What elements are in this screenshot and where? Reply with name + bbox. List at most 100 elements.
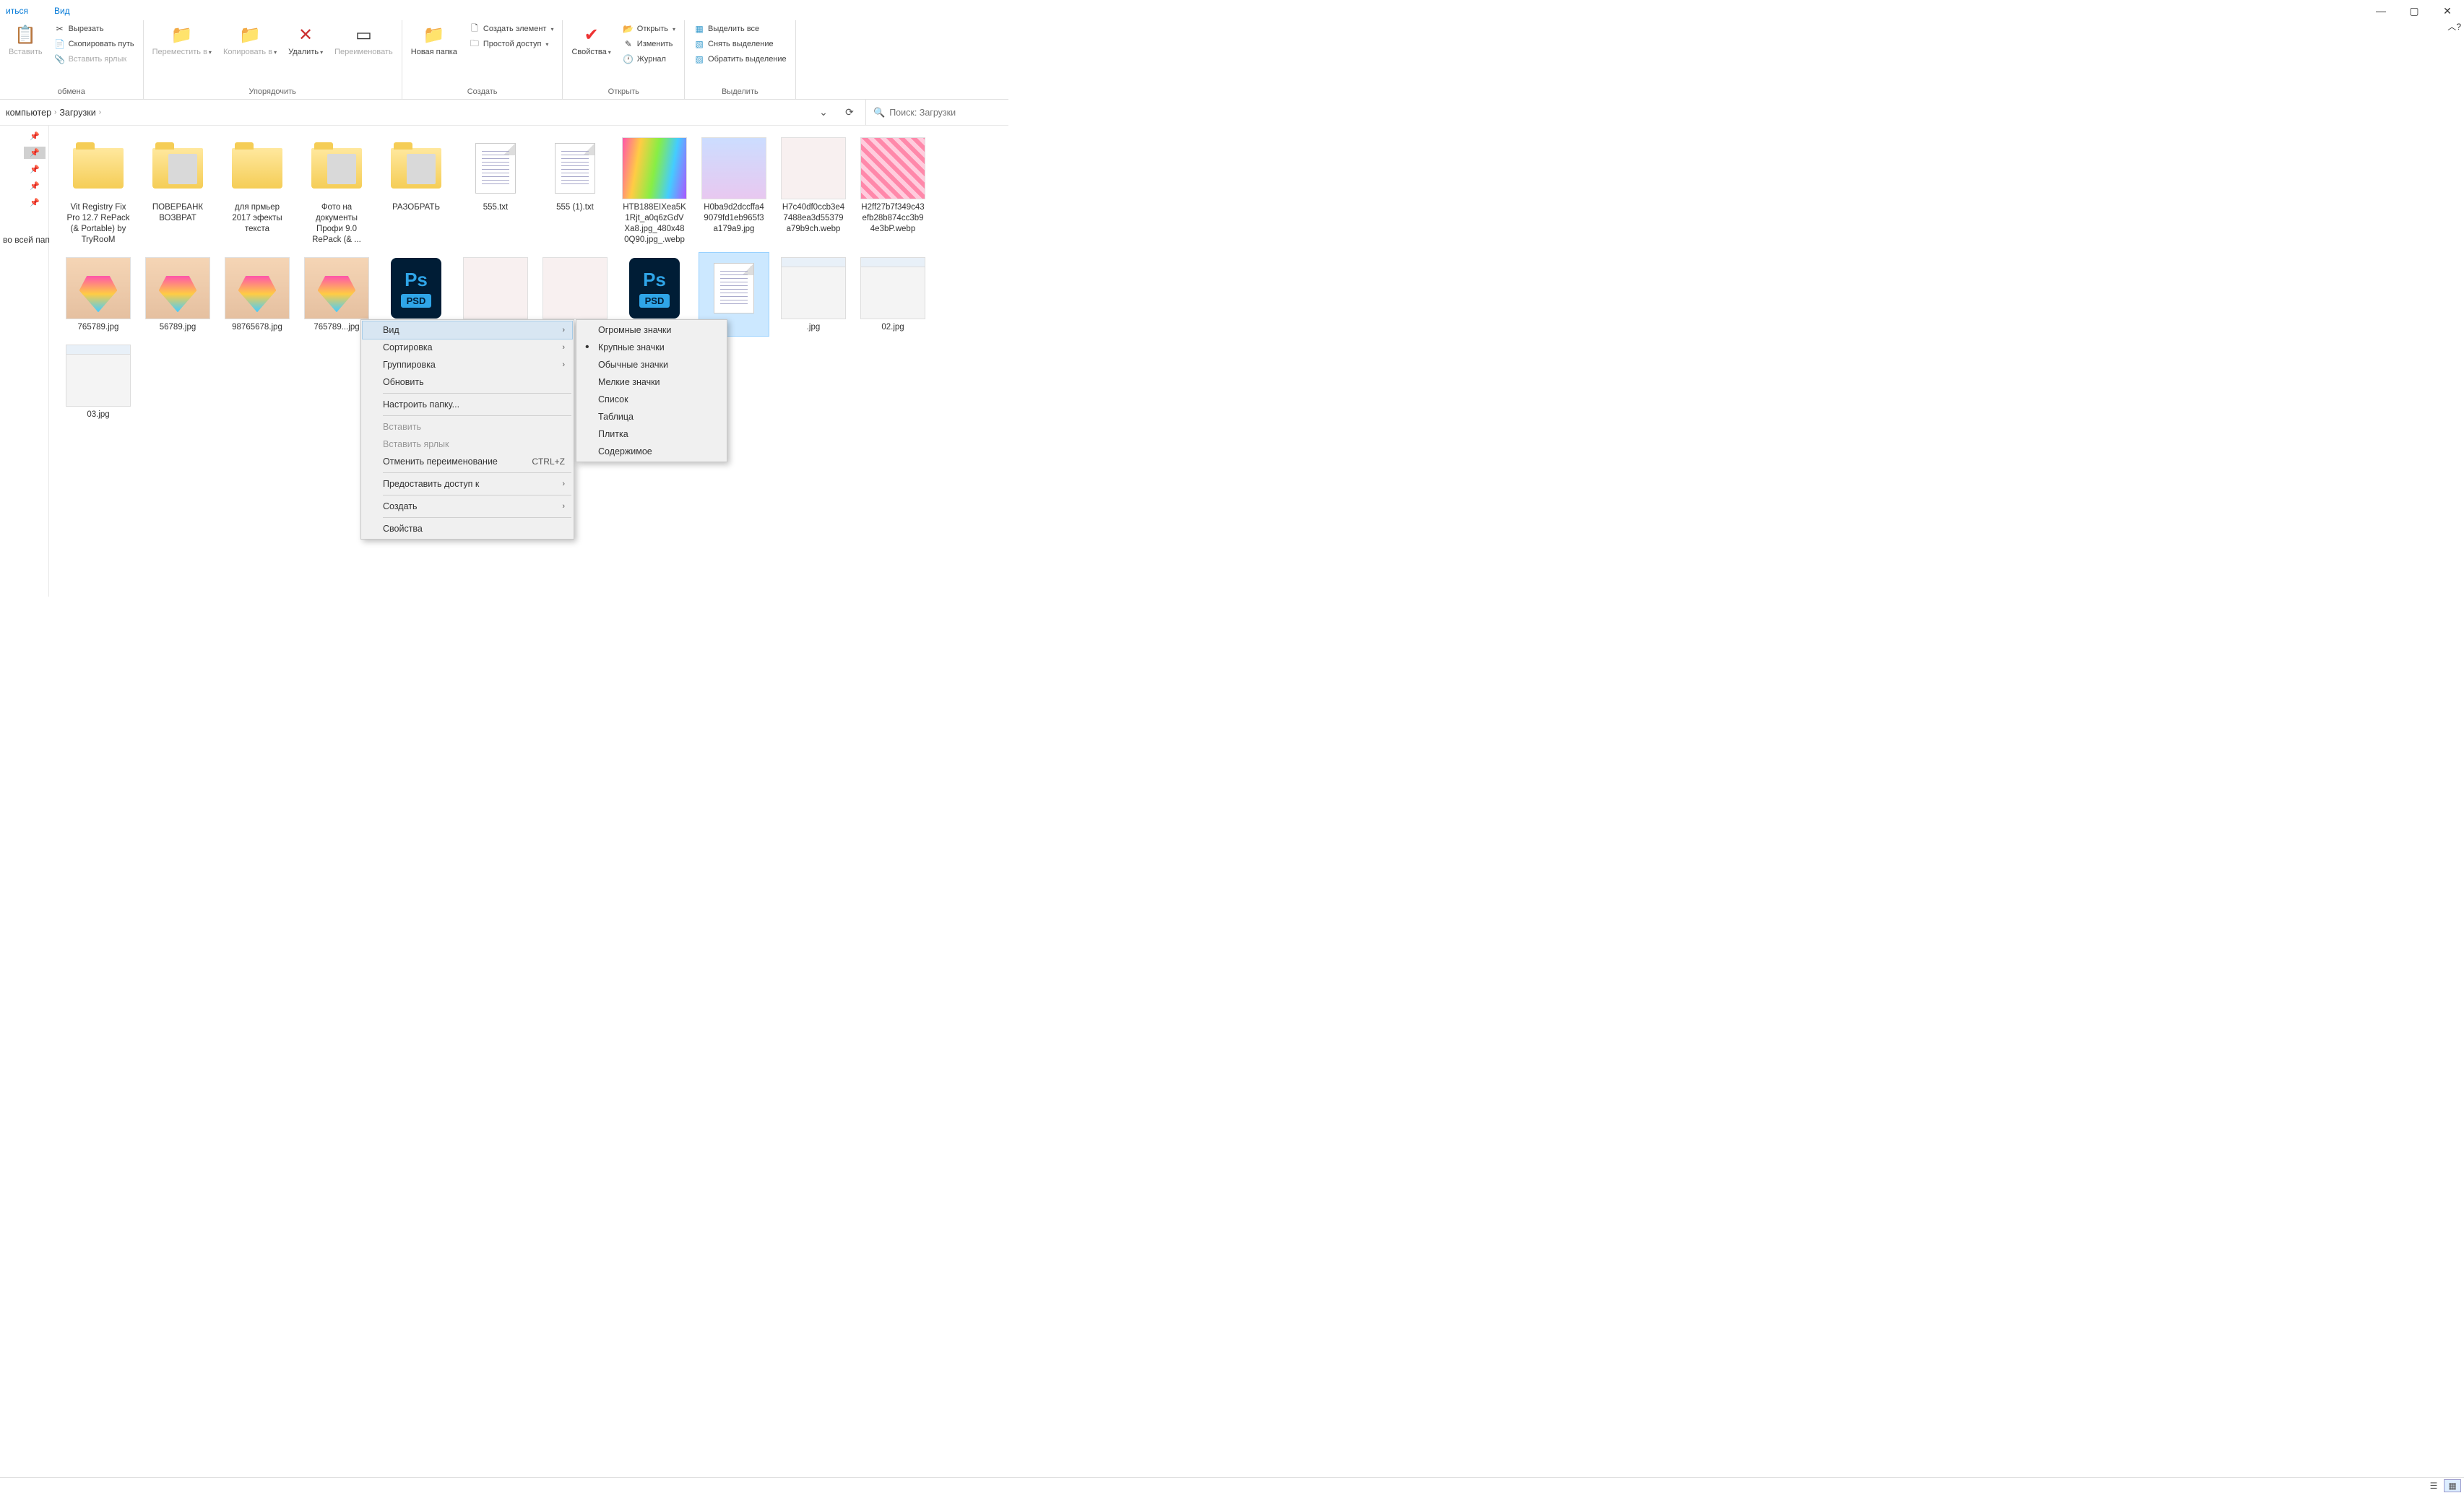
view-tiles[interactable]: Плитка <box>578 425 725 443</box>
delete-icon: ✕ <box>294 23 317 46</box>
ctx-group[interactable]: Группировка› <box>363 356 572 373</box>
edit-button[interactable]: ✎Изменить <box>620 37 678 51</box>
open-button[interactable]: 📂Открыть▾ <box>620 22 678 36</box>
thumbnail <box>304 136 369 201</box>
chevron-right-icon: › <box>562 360 565 369</box>
view-small[interactable]: Мелкие значки <box>578 373 725 391</box>
close-button[interactable]: ✕ <box>2431 0 2464 22</box>
ctx-sort[interactable]: Сортировка› <box>363 339 572 356</box>
ctx-create[interactable]: Создать› <box>363 498 572 515</box>
file-item[interactable]: 98765678.jpg <box>222 253 292 336</box>
paste-shortcut-button[interactable]: 📎Вставить ярлык <box>51 52 137 66</box>
view-medium[interactable]: Обычные значки <box>578 356 725 373</box>
pin-icon[interactable]: 📌 <box>24 163 46 176</box>
file-name: 765789...jpg <box>314 322 359 333</box>
ctx-properties[interactable]: Свойства <box>363 520 572 537</box>
search-icon: 🔍 <box>873 107 885 118</box>
history-button[interactable]: 🕐Журнал <box>620 52 678 66</box>
copy-path-button[interactable]: 📄Скопировать путь <box>51 37 137 51</box>
chevron-right-icon: › <box>54 108 56 116</box>
move-to-button[interactable]: 📁Переместить в▾ <box>150 22 215 59</box>
file-item[interactable]: 555.txt <box>461 133 530 248</box>
view-huge[interactable]: Огромные значки <box>578 321 725 339</box>
ctx-customize[interactable]: Настроить папку... <box>363 396 572 413</box>
details-view-button[interactable]: ☰ <box>2425 1479 2442 1492</box>
rename-button[interactable]: ▭Переименовать <box>332 22 396 59</box>
file-item[interactable]: 03.jpg <box>64 340 133 423</box>
file-item[interactable]: 56789.jpg <box>143 253 212 336</box>
file-item[interactable]: 765789.jpg <box>64 253 133 336</box>
maximize-button[interactable]: ▢ <box>2398 0 2431 22</box>
folder-icon: 📁 <box>423 23 446 46</box>
select-none-button[interactable]: ▧Снять выделение <box>691 37 790 51</box>
easy-access-button[interactable]: 🗀Простой доступ▾ <box>466 37 557 51</box>
pin-icon[interactable]: 📌 <box>24 196 46 209</box>
open-icon: 📂 <box>623 23 634 35</box>
separator <box>383 393 571 394</box>
file-item[interactable]: HTB188EIXea5K1Rjt_a0q6zGdVXa8.jpg_480x48… <box>620 133 689 248</box>
pin-icon[interactable]: 📌 <box>24 180 46 192</box>
thumbnail <box>542 256 608 321</box>
separator <box>383 472 571 473</box>
file-name: H0ba9d2dccffa49079fd1eb965f3a179a9.jpg <box>702 202 766 235</box>
view-list[interactable]: Список <box>578 391 725 408</box>
file-item[interactable]: Фото на документы Профи 9.0 RePack (& ..… <box>302 133 371 248</box>
paste-button[interactable]: 📋 Вставить <box>6 22 46 59</box>
file-item[interactable]: для прмьер 2017 эфекты текста <box>222 133 292 248</box>
copy-to-button[interactable]: 📁Копировать в▾ <box>220 22 280 59</box>
thumbnail <box>542 136 608 201</box>
view-table[interactable]: Таблица <box>578 408 725 425</box>
file-item[interactable]: 555 (1).txt <box>540 133 610 248</box>
file-item[interactable]: ПОВЕРБАНК ВОЗВРАТ <box>143 133 212 248</box>
view-large[interactable]: •Крупные значки <box>578 339 725 356</box>
thumbnail <box>225 256 290 321</box>
breadcrumb[interactable]: компьютер › Загрузки › <box>6 108 808 118</box>
crumb-pc[interactable]: компьютер <box>6 108 51 118</box>
access-icon: 🗀 <box>469 38 480 50</box>
cut-button[interactable]: ✂Вырезать <box>51 22 137 36</box>
ctx-undo-rename[interactable]: Отменить переименованиеCTRL+Z <box>363 453 572 470</box>
ribbon-chevron-icon[interactable]: ︿ <box>2447 20 2456 33</box>
separator <box>383 415 571 416</box>
file-item[interactable]: H0ba9d2dccffa49079fd1eb965f3a179a9.jpg <box>699 133 769 248</box>
context-menu: Вид› Сортировка› Группировка› Обновить Н… <box>360 319 574 540</box>
rename-icon: ▭ <box>352 23 375 46</box>
view-content[interactable]: Содержимое <box>578 443 725 460</box>
new-item-button[interactable]: 🗋Создать элемент▾ <box>466 22 557 36</box>
file-item[interactable]: .jpg <box>779 253 848 336</box>
properties-button[interactable]: ✔Свойства▾ <box>569 22 613 59</box>
thumbnail <box>66 136 131 201</box>
invert-selection-button[interactable]: ▨Обратить выделение <box>691 52 790 66</box>
copy-icon: 📁 <box>238 23 261 46</box>
ctx-refresh[interactable]: Обновить <box>363 373 572 391</box>
file-item[interactable]: H2ff27b7f349c43efb28b874cc3b94e3bP.webp <box>858 133 928 248</box>
help-button[interactable]: ? <box>2456 22 2461 32</box>
file-name: 02.jpg <box>881 322 904 333</box>
new-folder-button[interactable]: 📁Новая папка <box>408 22 460 59</box>
file-name: 98765678.jpg <box>232 322 282 333</box>
pin-icon[interactable]: 📌 <box>24 147 46 159</box>
pin-icon[interactable]: 📌 <box>24 130 46 142</box>
shortcut-icon: 📎 <box>54 53 66 65</box>
delete-button[interactable]: ✕Удалить▾ <box>285 22 326 59</box>
icons-view-button[interactable]: ▦ <box>2444 1479 2461 1492</box>
crumb-downloads[interactable]: Загрузки <box>59 108 95 118</box>
ctx-share[interactable]: Предоставить доступ к› <box>363 475 572 493</box>
move-icon: 📁 <box>170 23 194 46</box>
select-all-button[interactable]: ▦Выделить все <box>691 22 790 36</box>
thumbnail <box>781 256 846 321</box>
refresh-button[interactable]: ⟳ <box>839 103 860 123</box>
file-item[interactable]: РАЗОБРАТЬ <box>381 133 451 248</box>
search-input[interactable] <box>889 108 1003 118</box>
menu-view[interactable]: Вид <box>48 6 76 20</box>
file-item[interactable]: 02.jpg <box>858 253 928 336</box>
bullet-icon: • <box>585 341 589 354</box>
file-item[interactable]: Vit Registry Fix Pro 12.7 RePack (& Port… <box>64 133 133 248</box>
search-box[interactable]: 🔍 <box>865 100 1003 125</box>
history-dropdown[interactable]: ⌄ <box>813 103 834 123</box>
file-item[interactable]: H7c40df0ccb3e47488ea3d55379a79b9ch.webp <box>779 133 848 248</box>
sidebar-text: во всей пап <box>3 213 46 245</box>
minimize-button[interactable]: — <box>2364 0 2398 22</box>
ctx-view[interactable]: Вид› <box>363 321 572 339</box>
menu-share[interactable]: иться <box>0 6 34 20</box>
